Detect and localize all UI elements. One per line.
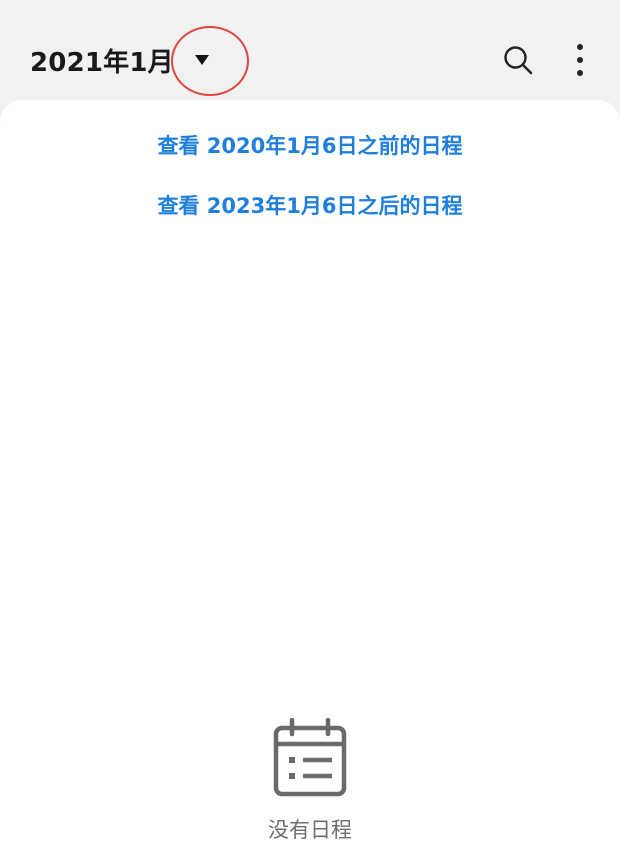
caret-down-icon[interactable] — [182, 40, 222, 80]
empty-state: 没有日程 — [0, 716, 620, 844]
view-earlier-schedule-link[interactable]: 查看 2020年1月6日之前的日程 — [0, 130, 620, 160]
month-picker[interactable]: 2021年1月 — [30, 38, 222, 82]
view-later-schedule-link[interactable]: 查看 2023年1月6日之后的日程 — [0, 190, 620, 220]
more-vertical-icon — [576, 43, 584, 81]
top-bar: 2021年1月 — [0, 0, 620, 104]
schedule-list: 查看 2020年1月6日之前的日程 查看 2023年1月6日之后的日程 没有日程 — [0, 100, 620, 858]
more-options-button[interactable] — [560, 40, 600, 84]
month-title: 2021年1月 — [30, 47, 174, 78]
empty-state-text: 没有日程 — [268, 818, 352, 842]
search-icon — [502, 44, 534, 80]
calendar-icon — [270, 716, 350, 800]
calendar-app: 2021年1月 查看 2020年1月6日之前的日程 查看 2023年1月6日之后… — [0, 0, 620, 858]
search-button[interactable] — [496, 40, 540, 84]
